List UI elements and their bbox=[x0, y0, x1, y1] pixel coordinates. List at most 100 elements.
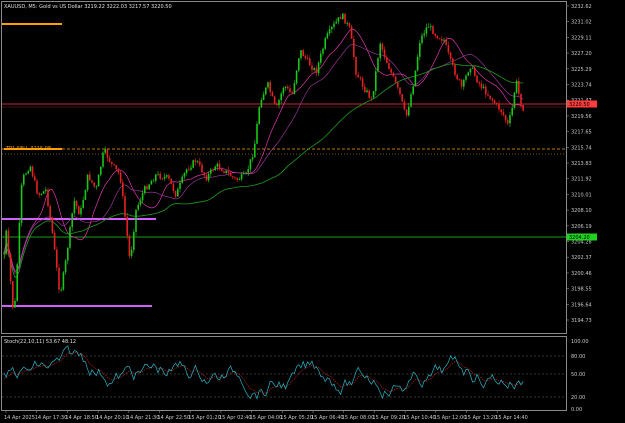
candle-body bbox=[254, 143, 256, 158]
candle-body bbox=[227, 170, 230, 174]
candle-body bbox=[331, 27, 333, 30]
candle-body bbox=[159, 173, 161, 179]
mt4-chart-window[interactable]: 3232.62 3231.02 3229.11 3227.20 3225.29 3223.… bbox=[0, 0, 625, 423]
time-axis-label: 14 Apr 22:50 bbox=[158, 415, 191, 421]
candle-body bbox=[157, 173, 159, 175]
candle-body bbox=[390, 69, 392, 73]
price-axis-label: 3196.64 bbox=[571, 302, 592, 308]
candle-body bbox=[392, 72, 395, 77]
candle-body bbox=[126, 216, 128, 236]
candle-body bbox=[218, 163, 221, 170]
candle-body bbox=[181, 176, 183, 183]
candle-body bbox=[78, 206, 80, 215]
candle-body bbox=[397, 82, 399, 88]
candle-body bbox=[427, 26, 430, 28]
candle-body bbox=[379, 43, 381, 59]
candle-body bbox=[47, 189, 49, 207]
candle-body bbox=[403, 101, 406, 110]
candle-body bbox=[243, 173, 245, 175]
candle-body bbox=[212, 169, 214, 171]
candle-body bbox=[238, 179, 241, 181]
price-axis-label: 3215.74 bbox=[571, 145, 592, 151]
candle-body bbox=[287, 86, 289, 89]
candle-body bbox=[240, 174, 243, 180]
price-tag-label: 3220.50 bbox=[569, 102, 590, 108]
time-axis-label: 14 Apr 20:10 bbox=[96, 415, 129, 421]
candle-body bbox=[5, 230, 7, 254]
candle-body bbox=[500, 109, 502, 113]
candle-body bbox=[95, 186, 98, 188]
candle-body bbox=[520, 93, 522, 106]
candle-body bbox=[276, 103, 278, 106]
candle-body bbox=[416, 56, 419, 71]
candle-body bbox=[386, 57, 388, 64]
candle-body bbox=[269, 82, 271, 93]
candle-body bbox=[452, 58, 454, 65]
candle-body bbox=[522, 105, 524, 111]
candle-body bbox=[172, 183, 175, 191]
candle-body bbox=[375, 71, 377, 92]
candle-body bbox=[509, 115, 511, 124]
candle-body bbox=[229, 173, 232, 177]
candle-body bbox=[130, 249, 133, 256]
candle-body bbox=[333, 23, 335, 28]
stoch-scale-label: 80.00 bbox=[571, 354, 585, 360]
candle-body bbox=[179, 182, 181, 189]
stoch-scale-label: 20.00 bbox=[571, 395, 585, 401]
indicator-frame bbox=[1, 336, 567, 411]
candle-body bbox=[232, 176, 234, 178]
candle-body bbox=[234, 177, 236, 179]
candle-body bbox=[359, 77, 362, 79]
candle-body bbox=[23, 174, 25, 185]
price-chart[interactable]: 3232.62 3231.02 3229.11 3227.20 3225.29 3223.… bbox=[0, 0, 625, 423]
candle-body bbox=[58, 267, 60, 290]
candle-body bbox=[51, 217, 54, 233]
stoch-signal-line bbox=[3, 351, 524, 394]
stoch-scale-label: 0.00 bbox=[571, 407, 582, 413]
candle-body bbox=[128, 235, 131, 256]
candle-body bbox=[38, 193, 40, 195]
candle-body bbox=[322, 48, 324, 54]
candle-body bbox=[188, 169, 190, 171]
candle-body bbox=[353, 38, 355, 57]
price-axis-label: 3210.01 bbox=[571, 192, 592, 198]
candle-body bbox=[476, 75, 478, 83]
candle-body bbox=[434, 34, 436, 36]
candle-body bbox=[284, 86, 287, 88]
candle-body bbox=[183, 173, 186, 177]
candle-body bbox=[445, 39, 447, 45]
candle-body bbox=[311, 65, 313, 70]
candle-body bbox=[471, 67, 474, 69]
candle-body bbox=[423, 33, 425, 36]
time-axis-label: 14 Apr 21:30 bbox=[127, 415, 160, 421]
candle-body bbox=[100, 166, 102, 175]
candle-body bbox=[515, 81, 518, 93]
candle-body bbox=[141, 193, 144, 201]
candle-body bbox=[496, 103, 498, 104]
candle-body bbox=[166, 175, 168, 177]
candle-body bbox=[315, 68, 318, 74]
candle-body bbox=[216, 163, 219, 167]
candle-body bbox=[467, 72, 469, 76]
price-tag-label: 3204.20 bbox=[569, 235, 590, 241]
level-lines bbox=[2, 23, 566, 307]
candle-body bbox=[152, 180, 155, 182]
candle-body bbox=[210, 169, 212, 174]
candle-body bbox=[177, 188, 179, 197]
candle-body bbox=[161, 178, 164, 180]
candle-body bbox=[150, 180, 153, 185]
candle-body bbox=[298, 58, 300, 71]
candle-body bbox=[104, 149, 106, 153]
time-axis-label: 15 Apr 09:20 bbox=[372, 415, 405, 421]
candle-body bbox=[412, 86, 414, 95]
price-axis-label: 3208.10 bbox=[571, 208, 592, 214]
candle-body bbox=[337, 17, 340, 22]
candle-body bbox=[425, 27, 428, 34]
candle-body bbox=[117, 169, 120, 173]
candle-body bbox=[328, 29, 331, 34]
candle-body bbox=[84, 189, 87, 200]
candle-body bbox=[133, 232, 135, 250]
candle-body bbox=[399, 87, 401, 95]
candle-body bbox=[258, 107, 260, 124]
candle-body bbox=[205, 175, 208, 181]
